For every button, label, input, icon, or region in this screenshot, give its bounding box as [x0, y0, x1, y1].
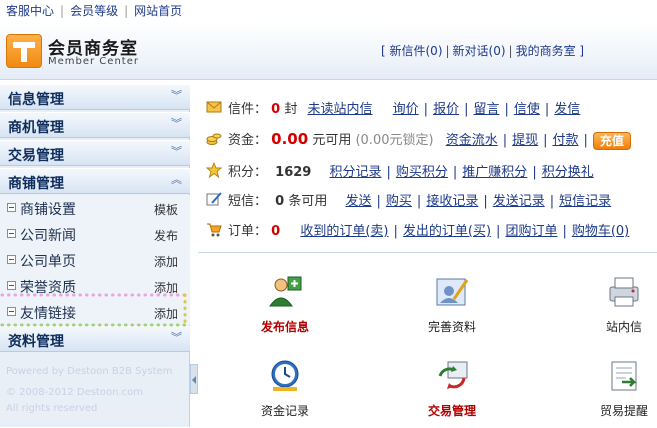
- sidebar-footer-powered: Powered by Destoon B2B System: [6, 366, 173, 377]
- main-panel: 信件： 0 封 未读站内信 询价 | 报价 | 留言 | 信使 | 发信 资金： 0.00 元可…: [198, 84, 657, 427]
- chevron-down-icon: ︾: [171, 331, 182, 344]
- collapse-box-icon: [7, 255, 16, 264]
- funds-amount: 0.00: [271, 130, 309, 148]
- collapse-box-icon: [7, 229, 16, 238]
- sms-history-link[interactable]: 短信记录: [559, 194, 611, 209]
- withdraw-link[interactable]: 提现: [512, 133, 538, 148]
- tile-trade-management[interactable]: 交易管理: [392, 358, 512, 428]
- funds-flow-link[interactable]: 资金流水: [446, 133, 498, 148]
- tile-funds-record[interactable]: 资金记录: [225, 358, 345, 428]
- sidebar-footer-rights: All rights reserved: [6, 403, 98, 414]
- page-add-link[interactable]: 添加: [154, 253, 178, 270]
- reminder-icon: [611, 361, 638, 391]
- sidebar-item-shop-settings[interactable]: 商铺设置 模板: [0, 195, 190, 221]
- chevron-down-icon: ︾: [171, 117, 182, 130]
- send-letter-link[interactable]: 发信: [554, 102, 580, 117]
- recharge-button[interactable]: 充值: [592, 131, 631, 150]
- sms-buy-link[interactable]: 购买: [386, 194, 412, 209]
- top-link-level[interactable]: 会员等级: [70, 4, 118, 18]
- brand-subtitle: Member Center: [48, 56, 139, 67]
- sidebar-section-business[interactable]: 商机管理 ︾: [0, 112, 190, 138]
- sidebar-item-friend-links[interactable]: 友情链接 添加: [0, 299, 190, 325]
- new-chats-link[interactable]: 新对话(0): [453, 44, 506, 58]
- top-link-service[interactable]: 客服中心: [6, 4, 54, 18]
- received-orders-link[interactable]: 收到的订单(卖): [300, 224, 388, 239]
- quote-link[interactable]: 报价: [433, 102, 459, 117]
- tile-site-messages[interactable]: 站内信: [564, 274, 657, 344]
- publish-icon: [269, 276, 302, 307]
- cart-icon: [207, 223, 222, 237]
- pay-link[interactable]: 付款: [553, 133, 579, 148]
- pencil-note-icon: [206, 192, 222, 206]
- coins-icon: [206, 133, 222, 145]
- envelope-icon: [206, 101, 222, 113]
- sidebar-section-shop[interactable]: 商铺管理 ︽: [0, 168, 190, 194]
- collapse-box-icon: [7, 203, 16, 212]
- trade-icon: [438, 361, 468, 389]
- sent-orders-link[interactable]: 发出的订单(买): [403, 224, 491, 239]
- points-count: 1629: [275, 165, 312, 180]
- orders-count: 0: [271, 224, 281, 239]
- honor-add-link[interactable]: 添加: [154, 279, 178, 296]
- tile-publish[interactable]: 发布信息: [225, 274, 345, 344]
- redeem-points-link[interactable]: 积分换礼: [542, 165, 594, 180]
- buy-points-link[interactable]: 购买积分: [396, 165, 448, 180]
- tile-trade-reminder[interactable]: 贸易提醒: [564, 358, 657, 428]
- chevron-down-icon: ︾: [171, 89, 182, 102]
- star-icon: [206, 162, 222, 178]
- messenger-link[interactable]: 信使: [514, 102, 540, 117]
- top-link-home[interactable]: 网站首页: [134, 4, 182, 18]
- new-letters-link[interactable]: 新信件(0): [390, 44, 443, 58]
- clock-icon: [271, 360, 299, 391]
- inquiry-link[interactable]: 询价: [393, 102, 419, 117]
- edit-profile-icon: [436, 278, 469, 306]
- sidebar: 信息管理 ︾ 商机管理 ︾ 交易管理 ︾ 商铺管理 ︽ 商铺设置 模板 公司新闻…: [0, 84, 190, 427]
- header-links: [ 新信件(0) | 新对话(0) | 我的商务室 ]: [381, 44, 585, 58]
- section-divider: [198, 252, 657, 253]
- my-office-link[interactable]: 我的商务室: [516, 44, 576, 58]
- letters-count: 0: [271, 102, 281, 117]
- sidebar-section-info[interactable]: 信息管理 ︾: [0, 84, 190, 110]
- sms-sent-link[interactable]: 发送记录: [493, 194, 545, 209]
- news-publish-link[interactable]: 发布: [154, 227, 178, 244]
- unread-letters-link[interactable]: 未读站内信: [308, 102, 373, 117]
- sidebar-item-company-page[interactable]: 公司单页 添加: [0, 247, 190, 273]
- chevron-down-icon: ︾: [171, 145, 182, 158]
- sms-send-link[interactable]: 发送: [346, 194, 372, 209]
- collapse-box-icon: [7, 307, 16, 316]
- collapse-box-icon: [7, 281, 16, 290]
- earn-points-link[interactable]: 推广赚积分: [462, 165, 527, 180]
- points-record-link[interactable]: 积分记录: [329, 165, 381, 180]
- funds-locked: (0.00元锁定): [355, 133, 434, 148]
- printer-icon: [609, 277, 639, 307]
- link-add-link[interactable]: 添加: [154, 305, 178, 322]
- sidebar-collapse-handle[interactable]: [190, 364, 198, 394]
- top-bar: 客服中心 | 会员等级 | 网站首页: [6, 4, 183, 18]
- sidebar-item-honors[interactable]: 荣誉资质 添加: [0, 273, 190, 299]
- logo-icon[interactable]: [6, 34, 42, 68]
- message-link[interactable]: 留言: [473, 102, 499, 117]
- shopping-cart-link[interactable]: 购物车(0): [572, 224, 629, 239]
- sidebar-footer-copyright: © 2008-2012 Destoon.com: [6, 387, 143, 398]
- group-orders-link[interactable]: 团购订单: [505, 224, 557, 239]
- chevron-up-icon: ︽: [171, 173, 182, 186]
- sidebar-item-company-news[interactable]: 公司新闻 发布: [0, 221, 190, 247]
- sms-count: 0: [275, 194, 285, 209]
- tile-edit-profile[interactable]: 完善资料: [392, 274, 512, 344]
- sidebar-section-profile[interactable]: 资料管理 ︾: [0, 326, 190, 352]
- sms-received-link[interactable]: 接收记录: [426, 194, 478, 209]
- header: 会员商务室 Member Center [ 新信件(0) | 新对话(0) | 我的商务…: [0, 22, 657, 80]
- shop-template-link[interactable]: 模板: [154, 201, 178, 218]
- sidebar-section-trade[interactable]: 交易管理 ︾: [0, 140, 190, 166]
